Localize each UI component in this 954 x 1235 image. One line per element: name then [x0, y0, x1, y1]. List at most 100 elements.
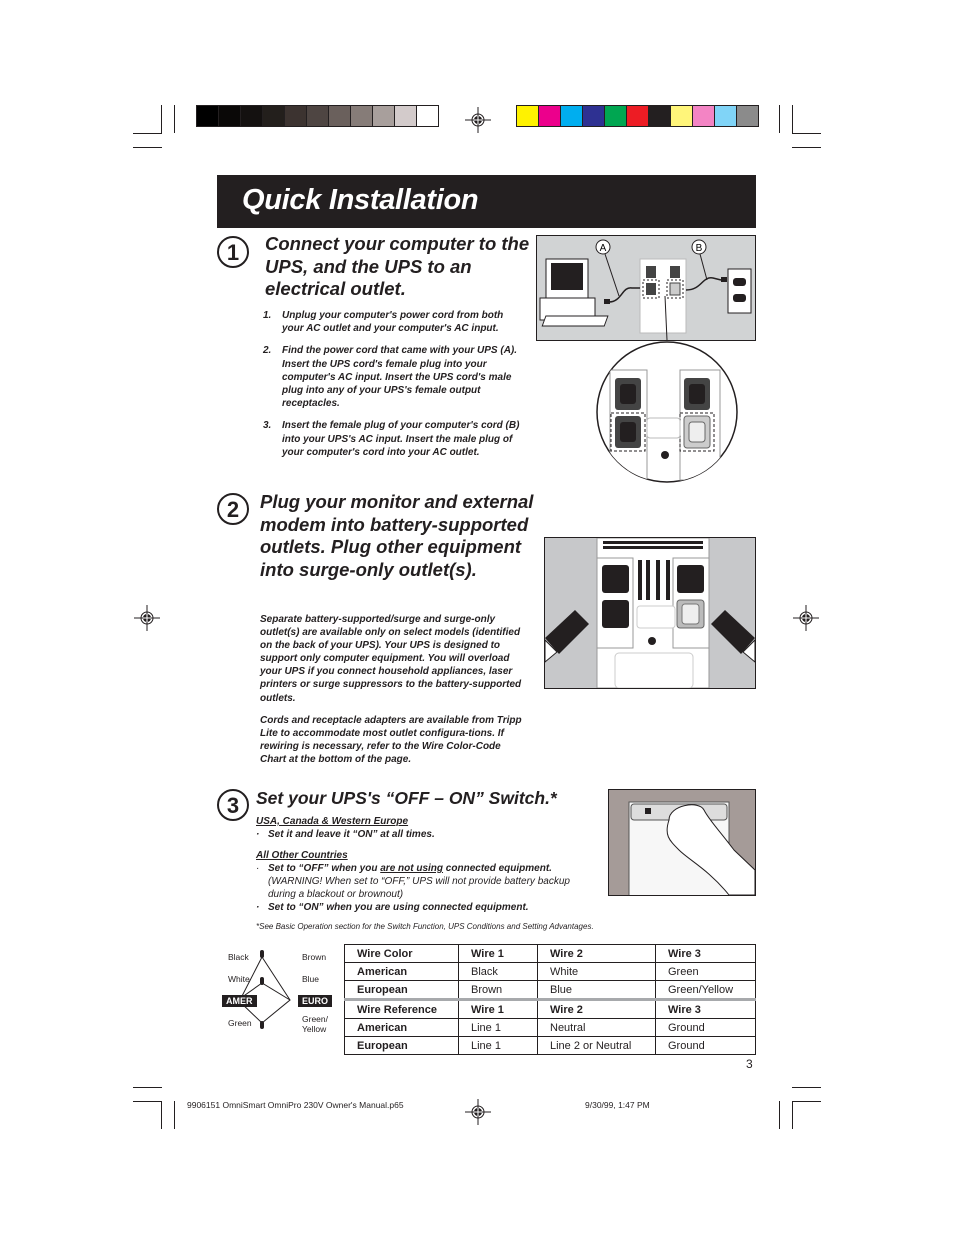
computer-icon: [539, 258, 609, 327]
table-cell: Wire 1: [458, 944, 538, 963]
color-swatch: [737, 106, 758, 126]
wire-label-black: Black: [228, 952, 249, 962]
color-swatch: [351, 106, 373, 126]
euro-tag: EURO: [298, 995, 333, 1007]
step-2-paragraph-1: Separate battery-supported/surge and sur…: [260, 614, 522, 704]
switch-figure: [608, 789, 756, 896]
instruction-item: · Set to “OFF” when you are not using con…: [256, 863, 570, 900]
table-cell: European: [344, 1036, 459, 1055]
warning-text: (WARNING! When set to “OFF,” UPS will no…: [268, 876, 570, 900]
instruction-item: 3. Insert the female plug of your compute…: [263, 420, 520, 458]
step-3-heading: Set your UPS's “OFF – ON” Switch.*: [256, 788, 557, 808]
registration-mark-icon: [793, 605, 819, 631]
table-cell: Green: [655, 962, 756, 981]
instruction-item: 1. Unplug your computer's power cord from…: [263, 310, 504, 335]
ups-rear-panel-figure: [544, 537, 756, 689]
color-swatch: [417, 106, 438, 126]
page-number: 3: [746, 1057, 753, 1071]
gray-calibration-bar: [196, 105, 439, 127]
table-cell: American: [344, 1018, 459, 1037]
table-cell: Wire 2: [537, 944, 656, 963]
crop-mark: [792, 147, 821, 148]
table-row: European Brown Blue Green/Yellow: [344, 980, 756, 1000]
color-swatch: [197, 106, 219, 126]
registration-mark-icon: [465, 1099, 491, 1125]
table-cell: Line 1: [458, 1036, 538, 1055]
color-swatch: [329, 106, 351, 126]
step-1-number: 1: [217, 236, 249, 268]
footer-date: 9/30/99, 1:47 PM: [585, 1100, 650, 1110]
color-swatch: [307, 106, 329, 126]
color-swatch: [285, 106, 307, 126]
table-cell: American: [344, 962, 459, 981]
table-row: Wire Color Wire 1 Wire 2 Wire 3: [344, 944, 756, 963]
instruction-item: · Set to “ON” when you are using connecte…: [256, 902, 529, 913]
title-banner: Quick Installation: [217, 175, 756, 228]
table-cell: Wire 1: [458, 998, 538, 1019]
plug-icon: [545, 610, 589, 663]
registration-mark-icon: [134, 605, 160, 631]
label-a: A: [600, 243, 607, 254]
plug-icon: [711, 610, 755, 663]
instruction-item: 2. Find the power cord that came with you…: [263, 345, 518, 410]
step-1-instructions: 1. Unplug your computer's power cord from…: [263, 309, 523, 468]
region-heading: All Other Countries: [256, 850, 348, 861]
wire-label-blue: Blue: [302, 974, 320, 984]
table-cell: Green/Yellow: [655, 980, 756, 1000]
step-2-number: 2: [217, 493, 249, 525]
label-b: B: [696, 243, 703, 254]
table-cell: Wire 3: [655, 998, 756, 1019]
crop-mark: [133, 147, 162, 148]
step-1-heading: Connect your computer to the UPS, and th…: [265, 233, 530, 299]
color-swatch: [715, 106, 737, 126]
table-cell: Neutral: [537, 1018, 656, 1037]
footnote: *See Basic Operation section for the Swi…: [256, 922, 594, 931]
table-cell: Blue: [537, 980, 656, 1000]
table-cell: Wire Reference: [344, 998, 459, 1019]
color-swatch: [649, 106, 671, 126]
color-swatch: [671, 106, 693, 126]
connection-diagram: A B: [536, 235, 756, 341]
table-cell: Line 1: [458, 1018, 538, 1037]
table-cell: Wire 3: [655, 944, 756, 963]
table-cell: White: [537, 962, 656, 981]
table-row: European Line 1 Line 2 or Neutral Ground: [344, 1036, 756, 1055]
table-row: American Line 1 Neutral Ground: [344, 1018, 756, 1037]
table-cell: Ground: [655, 1018, 756, 1037]
crop-mark: [779, 1101, 780, 1129]
crop-mark: [161, 1101, 162, 1129]
step-2-paragraph-2: Cords and receptacle adapters are availa…: [260, 715, 522, 766]
crop-mark: [792, 1101, 821, 1102]
crop-mark: [161, 105, 162, 133]
color-swatch: [395, 106, 417, 126]
color-swatch: [219, 106, 241, 126]
crop-mark: [133, 1101, 162, 1102]
wire-label-green-yellow: Green/Yellow: [302, 1014, 328, 1034]
step-3-instructions: USA, Canada & Western Europe · Set it and…: [256, 815, 586, 914]
crop-mark: [792, 105, 793, 133]
color-swatch: [241, 106, 263, 126]
color-swatch: [517, 106, 539, 126]
table-cell: European: [344, 980, 459, 1000]
color-swatch: [539, 106, 561, 126]
color-swatch: [583, 106, 605, 126]
color-calibration-bar: [516, 105, 759, 127]
crop-mark: [133, 1087, 162, 1088]
table-row: American Black White Green: [344, 962, 756, 981]
page-title: Quick Installation: [242, 184, 479, 216]
table-cell: Ground: [655, 1036, 756, 1055]
footer-filename: 9906151 OmniSmart OmniPro 230V Owner's M…: [187, 1100, 404, 1110]
color-swatch: [263, 106, 285, 126]
crop-mark: [792, 1101, 793, 1129]
computer-ups-outlet-illustration: A B: [539, 239, 752, 340]
color-swatch: [561, 106, 583, 126]
color-swatch: [605, 106, 627, 126]
table-cell: Brown: [458, 980, 538, 1000]
table-cell: Line 2 or Neutral: [537, 1036, 656, 1055]
crop-mark: [792, 133, 821, 134]
registration-mark-icon: [465, 107, 491, 133]
wire-color-table: Wire Color Wire 1 Wire 2 Wire 3 American Blac…: [344, 944, 756, 1055]
wire-label-green: Green: [228, 1018, 252, 1028]
crop-mark: [133, 133, 162, 134]
color-swatch: [693, 106, 715, 126]
